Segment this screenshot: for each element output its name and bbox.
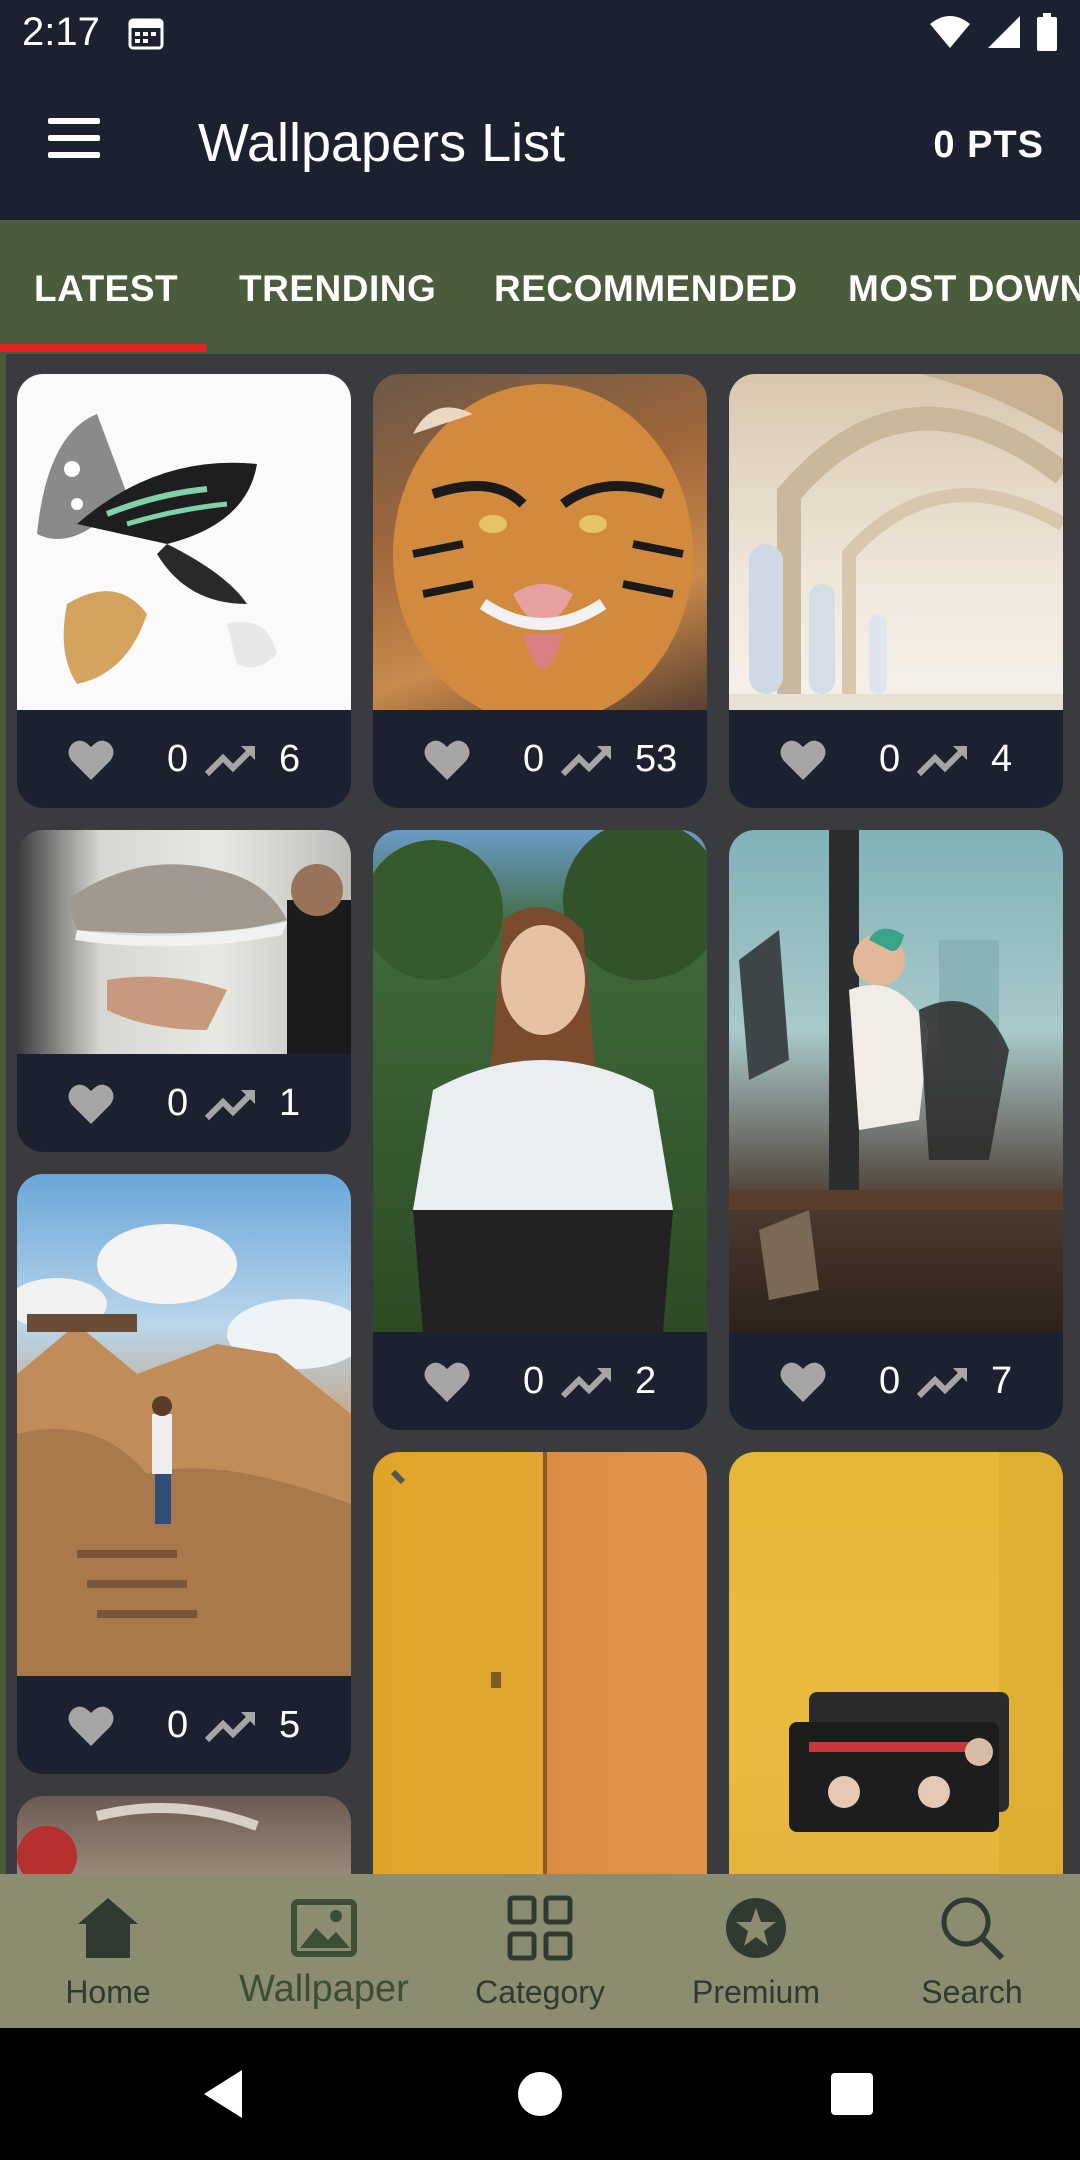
heart-icon[interactable]: [423, 738, 471, 782]
nav-home[interactable]: Home: [0, 1874, 216, 2028]
heart-icon[interactable]: [67, 1082, 115, 1126]
nav-label: Category: [475, 1974, 605, 2010]
home-circle-icon[interactable]: [510, 2064, 570, 2124]
trending-icon: [917, 1368, 967, 1399]
tab-latest[interactable]: LATEST: [34, 268, 178, 310]
calendar-icon: [128, 18, 164, 50]
views-count: 53: [635, 738, 678, 780]
nav-label: Search: [921, 1974, 1023, 2010]
tab-recommended[interactable]: RECOMMENDED: [494, 268, 798, 310]
likes-count: 0: [167, 1704, 189, 1746]
wallpaper-thumbnail: [17, 1174, 351, 1676]
image-icon: [291, 1899, 357, 1957]
trending-icon: [917, 746, 967, 777]
wallpaper-card[interactable]: 0 7: [729, 830, 1063, 1430]
wallpaper-thumbnail: [729, 374, 1063, 710]
grid-icon: [507, 1895, 573, 1961]
trending-icon: [561, 1368, 611, 1399]
recents-icon[interactable]: [822, 2064, 882, 2124]
trending-icon: [205, 1712, 255, 1743]
wallpaper-card[interactable]: 0 5: [17, 1174, 351, 1774]
nav-label: Wallpaper: [239, 1968, 409, 2010]
views-count: 5: [279, 1704, 301, 1746]
wallpaper-stats: 0 1: [17, 1054, 351, 1152]
wallpaper-stats: 0 4: [729, 710, 1063, 808]
heart-icon[interactable]: [779, 1360, 827, 1404]
heart-icon[interactable]: [67, 1704, 115, 1748]
wallpaper-stats: 0 7: [729, 1332, 1063, 1430]
wallpaper-thumbnail: [729, 830, 1063, 1332]
tab-trending[interactable]: TRENDING: [239, 268, 436, 310]
wallpaper-thumbnail: [373, 374, 707, 710]
views-count: 6: [279, 738, 301, 780]
nav-search[interactable]: Search: [864, 1874, 1080, 2028]
battery-icon: [1037, 13, 1057, 51]
likes-count: 0: [167, 738, 189, 780]
bottom-navigation: Home Wallpaper Category Premium Search: [0, 1874, 1080, 2028]
wallpaper-card[interactable]: [729, 1452, 1063, 1874]
search-icon: [941, 1897, 1005, 1961]
views-count: 1: [279, 1082, 301, 1124]
wallpaper-stats: 0 53: [373, 710, 707, 808]
views-count: 7: [991, 1360, 1013, 1402]
nav-premium[interactable]: Premium: [648, 1874, 864, 2028]
likes-count: 0: [879, 738, 901, 780]
nav-wallpaper[interactable]: Wallpaper: [216, 1874, 432, 2028]
page-title: Wallpapers List: [198, 113, 566, 173]
wallpaper-card[interactable]: 0 53: [373, 374, 707, 808]
tab-indicator: [0, 344, 206, 352]
wallpaper-stats: 0 6: [17, 710, 351, 808]
wallpaper-card[interactable]: 0 1: [17, 830, 351, 1152]
likes-count: 0: [879, 1360, 901, 1402]
menu-icon[interactable]: [48, 118, 106, 168]
wallpaper-thumbnail: [17, 830, 351, 1054]
nav-label: Home: [65, 1974, 151, 2010]
nav-category[interactable]: Category: [432, 1874, 648, 2028]
nav-label: Premium: [691, 1974, 820, 2010]
tab-most-downloaded[interactable]: MOST DOWN: [848, 268, 1080, 310]
heart-icon[interactable]: [779, 738, 827, 782]
tab-bar: LATEST TRENDING RECOMMENDED MOST DOWN: [0, 220, 1080, 354]
status-time: 2:17: [22, 10, 100, 54]
home-icon: [78, 1898, 138, 1958]
points-counter[interactable]: 0 PTS: [933, 124, 1044, 167]
wifi-icon: [930, 16, 970, 48]
wallpaper-thumbnail: [17, 374, 351, 710]
wallpaper-grid: 0 6 0 53 0 4 0 1 0 2 0 7 0 5: [0, 354, 1080, 1874]
trending-icon: [561, 746, 611, 777]
trending-icon: [205, 746, 255, 777]
wallpaper-card[interactable]: 0 6: [17, 374, 351, 808]
likes-count: 0: [523, 1360, 545, 1402]
views-count: 2: [635, 1360, 657, 1402]
wallpaper-card[interactable]: [373, 1452, 707, 1874]
wallpaper-card[interactable]: 0 4: [729, 374, 1063, 808]
heart-icon[interactable]: [67, 738, 115, 782]
system-navigation-bar: [0, 2028, 1080, 2160]
app-bar: Wallpapers List 0 PTS: [0, 66, 1080, 220]
trending-icon: [205, 1090, 255, 1121]
wallpaper-thumbnail: [373, 1452, 707, 1874]
wallpaper-card[interactable]: [17, 1796, 351, 1874]
status-bar: 2:17: [0, 0, 1080, 66]
views-count: 4: [991, 738, 1013, 780]
wallpaper-stats: 0 2: [373, 1332, 707, 1430]
wallpaper-card[interactable]: 0 2: [373, 830, 707, 1430]
likes-count: 0: [523, 738, 545, 780]
wallpaper-thumbnail: [373, 830, 707, 1332]
app-root: 2:17 Wallpapers List 0 PTS LATEST TRENDI…: [0, 0, 1080, 2160]
status-icons: [928, 12, 1058, 52]
back-icon[interactable]: [196, 2064, 256, 2124]
wallpaper-thumbnail: [17, 1796, 351, 1874]
cell-signal-icon: [988, 16, 1020, 48]
heart-icon[interactable]: [423, 1360, 471, 1404]
likes-count: 0: [167, 1082, 189, 1124]
wallpaper-stats: 0 5: [17, 1676, 351, 1774]
wallpaper-thumbnail: [729, 1452, 1063, 1874]
star-badge-icon: [726, 1898, 786, 1958]
